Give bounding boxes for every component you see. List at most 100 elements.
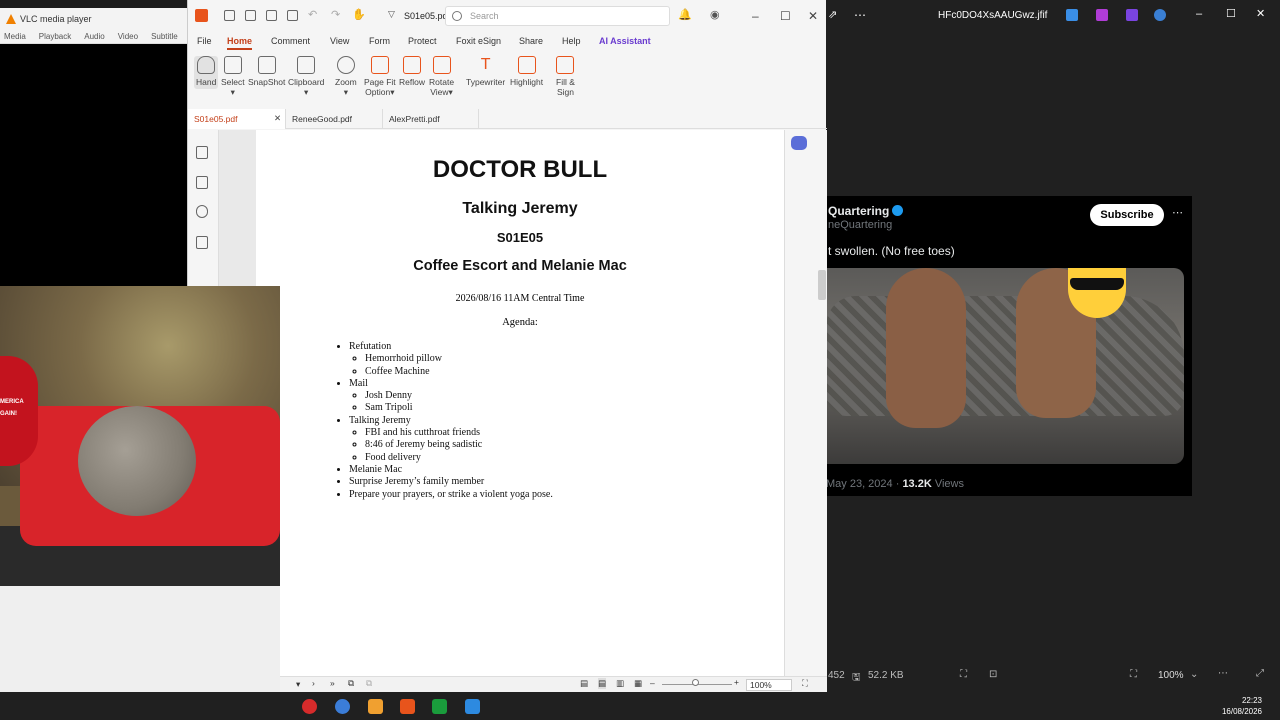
fullscreen-icon[interactable]: ⛶: [1130, 669, 1137, 680]
account-icon[interactable]: ◉: [710, 8, 720, 21]
last-page-icon[interactable]: »: [330, 678, 335, 688]
menu-form[interactable]: Form: [369, 36, 390, 46]
reflow-icon: [402, 56, 421, 74]
hand-tool-button[interactable]: Hand: [194, 56, 219, 89]
vlc-menu-playback[interactable]: Playback: [39, 32, 71, 41]
vlc-menu-video[interactable]: Video: [118, 32, 138, 41]
share-icon[interactable]: ⇗: [828, 8, 837, 21]
system-clock[interactable]: 22:23 16/08/2026: [1222, 695, 1262, 717]
tab-s01e05[interactable]: S01e05.pdf ✕: [188, 109, 286, 129]
print-icon[interactable]: [266, 10, 277, 21]
search-input[interactable]: Search: [445, 6, 670, 26]
fill-sign-button[interactable]: Fill & Sign: [556, 56, 575, 97]
next-page-icon[interactable]: ›: [312, 678, 315, 688]
comments-icon[interactable]: [196, 205, 208, 218]
menu-protect[interactable]: Protect: [408, 36, 437, 46]
vlc-menu-media[interactable]: Media: [4, 32, 26, 41]
menu-home[interactable]: Home: [227, 36, 253, 50]
menu-view[interactable]: View: [330, 36, 349, 46]
fill-sign-icon: [556, 56, 575, 74]
actual-size-icon[interactable]: ⊡: [989, 669, 997, 680]
photos-taskbar-icon[interactable]: [465, 699, 480, 714]
menu-file[interactable]: File: [197, 36, 212, 46]
zoom-level[interactable]: 100%: [1158, 670, 1184, 681]
edit-icon[interactable]: [1066, 9, 1078, 21]
tab-close-icon[interactable]: ✕: [274, 113, 281, 124]
menu-foxit-esign[interactable]: Foxit eSign: [456, 36, 501, 46]
minimize-button[interactable]: –: [1196, 8, 1202, 20]
maximize-button[interactable]: ☐: [1226, 7, 1236, 20]
close-button[interactable]: ✕: [1256, 7, 1265, 20]
undo-icon[interactable]: ↶: [308, 8, 317, 21]
create-icon[interactable]: [287, 10, 298, 21]
agenda-item: Refutation Hemorrhoid pillowCoffee Machi…: [349, 341, 553, 378]
terminal-icon[interactable]: [432, 699, 447, 714]
zoom-slider-thumb[interactable]: [692, 679, 699, 686]
vlc-window: VLC media player Media Playback Audio Vi…: [0, 8, 190, 288]
clipboard-button[interactable]: Clipboard ▾: [288, 56, 324, 98]
menu-comment[interactable]: Comment: [271, 36, 310, 46]
vlc-taskbar-icon[interactable]: [368, 699, 383, 714]
zoom-in-icon[interactable]: +: [734, 677, 739, 687]
single-page-icon[interactable]: ▤: [580, 678, 588, 689]
zoom-combobox[interactable]: 100%: [746, 679, 792, 691]
bookmark-icon[interactable]: [196, 146, 208, 159]
maximize-button[interactable]: ☐: [780, 9, 791, 23]
page-fit-icon: [370, 56, 389, 74]
tab-alexpretti[interactable]: AlexPretti.pdf: [382, 109, 479, 129]
hand-tool-icon[interactable]: ✋: [352, 8, 366, 21]
vlc-cone-icon: [6, 14, 16, 24]
menu-ai-assistant[interactable]: AI Assistant: [599, 36, 651, 46]
onedrive-icon[interactable]: [1154, 9, 1166, 21]
continuous-facing-icon[interactable]: ▦: [634, 678, 642, 689]
tweet-photo: [826, 268, 1184, 464]
copy-view-icon[interactable]: ⧉: [348, 678, 354, 689]
foxit-taskbar-icon[interactable]: [400, 699, 415, 714]
doc-datetime: 2026/08/16 11AM Central Time: [455, 293, 585, 304]
tab-reneegood[interactable]: ReneeGood.pdf: [285, 109, 382, 129]
close-button[interactable]: ✕: [808, 9, 818, 23]
filter-icon[interactable]: ▽: [388, 9, 395, 20]
select-button[interactable]: Select ▾: [221, 56, 245, 98]
zoom-out-icon[interactable]: –: [650, 678, 655, 688]
bell-icon[interactable]: 🔔: [678, 8, 692, 21]
open-icon[interactable]: [224, 10, 235, 21]
expand-icon[interactable]: ⤢: [1256, 668, 1264, 679]
continuous-page-icon[interactable]: ▤: [598, 678, 607, 689]
reflow-button[interactable]: Reflow: [399, 56, 425, 87]
vertical-scrollbar[interactable]: [818, 270, 826, 300]
typewriter-button[interactable]: T Typewriter: [466, 56, 505, 87]
menu-help[interactable]: Help: [562, 36, 581, 46]
zoom-chevron-icon[interactable]: ⌄: [1190, 669, 1198, 680]
highlight-button[interactable]: Highlight: [510, 56, 543, 87]
save-icon[interactable]: [245, 10, 256, 21]
pages-icon[interactable]: [196, 176, 208, 189]
clipchamp-icon[interactable]: [1126, 9, 1138, 21]
record-app-icon[interactable]: [302, 699, 317, 714]
redo-icon[interactable]: ↷: [331, 8, 340, 21]
facing-icon[interactable]: ▥: [616, 678, 624, 689]
agenda-item: Prepare your prayers, or strike a violen…: [349, 489, 553, 501]
zoom-button[interactable]: Zoom ▾: [335, 56, 357, 98]
page-fit-option-button[interactable]: Page Fit Option▾: [364, 56, 396, 98]
vlc-menu: Media Playback Audio Video Subtitle: [0, 30, 190, 44]
vlc-menu-audio[interactable]: Audio: [84, 32, 104, 41]
more-icon-bottom[interactable]: ⋯: [1218, 668, 1228, 679]
attachment-icon[interactable]: [196, 236, 208, 249]
more-icon[interactable]: ⋯: [854, 8, 866, 22]
paste-view-icon[interactable]: ⧉: [366, 678, 372, 689]
fullscreen-icon[interactable]: ⛶: [802, 678, 808, 689]
snapshot-button[interactable]: SnapShot: [248, 56, 285, 87]
browser-icon[interactable]: [335, 699, 350, 714]
menu-share[interactable]: Share: [519, 36, 543, 46]
agenda-subitem: Sam Tripoli: [365, 402, 553, 414]
rotate-view-button[interactable]: Rotate View▾: [429, 56, 454, 98]
tweet-author: Quartering: [828, 204, 904, 218]
minimize-button[interactable]: –: [752, 9, 759, 23]
page-dropdown-icon[interactable]: ▾: [296, 679, 300, 690]
fit-icon[interactable]: ⛶: [960, 669, 967, 680]
pdf-page: DOCTOR BULL Talking Jeremy S01E05 Coffee…: [256, 130, 784, 676]
designer-icon[interactable]: [1096, 9, 1108, 21]
ai-assistant-icon[interactable]: [791, 136, 807, 150]
vlc-menu-subtitle[interactable]: Subtitle: [151, 32, 178, 41]
